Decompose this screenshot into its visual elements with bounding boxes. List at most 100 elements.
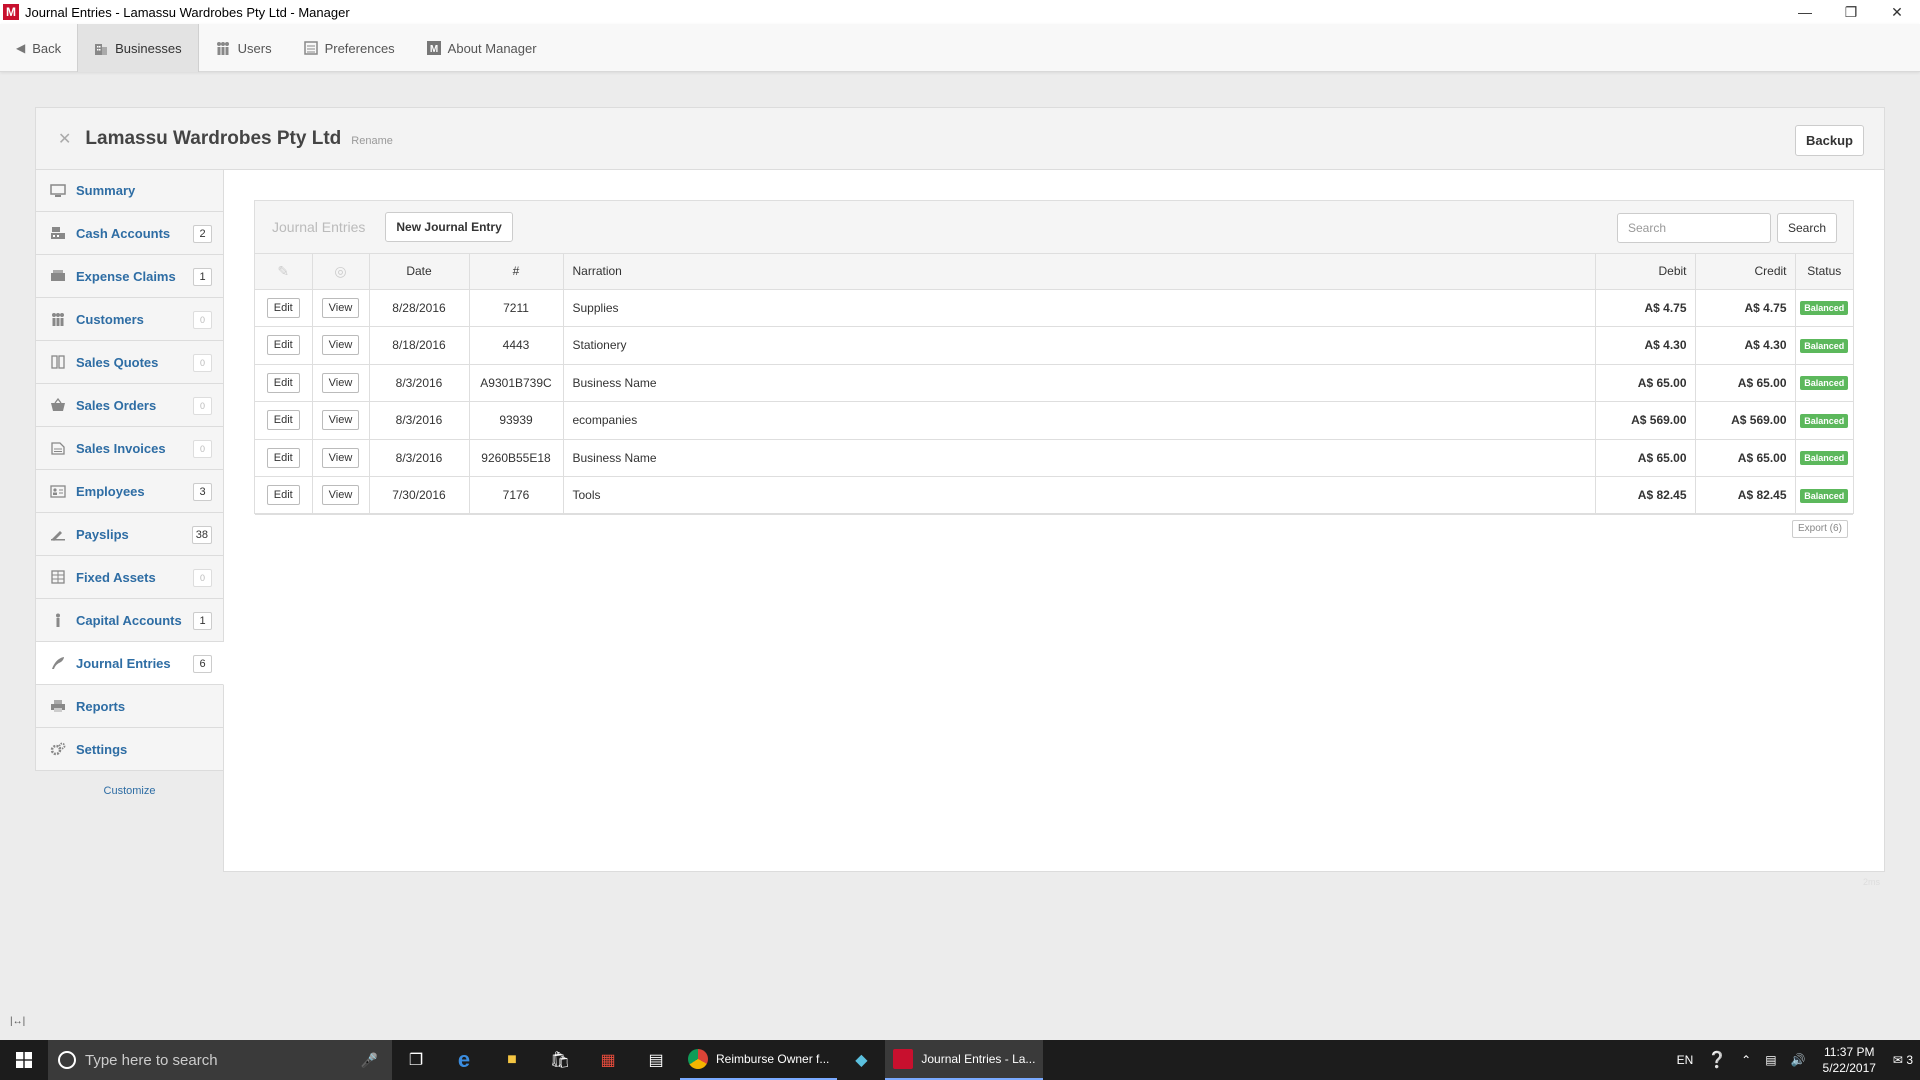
close-business-icon[interactable]: ✕ <box>58 129 71 149</box>
status-column-header[interactable]: Status <box>1795 254 1853 290</box>
edit-button[interactable]: Edit <box>266 372 300 393</box>
view-button[interactable]: View <box>321 410 360 431</box>
edit-button[interactable]: Edit <box>266 335 300 356</box>
system-tray: EN ❔ ⌃ ▤ 🔊 11:37 PM 5/22/2017 ✉ 3 <box>1670 1040 1920 1080</box>
calculator-icon[interactable]: ▤ <box>632 1040 680 1080</box>
rename-link[interactable]: Rename <box>351 135 393 147</box>
date-cell: 8/18/2016 <box>369 326 470 365</box>
sidebar-item-sales-orders[interactable]: Sales Orders 0 <box>35 384 224 427</box>
sidebar-item-label: Expense Claims <box>76 268 176 284</box>
search-input[interactable] <box>1617 213 1771 243</box>
microphone-icon[interactable]: 🎤 <box>361 1052 378 1069</box>
view-button[interactable]: View <box>321 485 360 506</box>
credit-cell: A$ 65.00 <box>1695 364 1796 402</box>
table-row: Edit View 8/28/2016 7211 Supplies A$ 4.7… <box>255 289 1853 327</box>
table-row: Edit View 7/30/2016 7176 Tools A$ 82.45 … <box>255 476 1853 515</box>
date-column-header[interactable]: Date <box>369 254 470 290</box>
edit-button[interactable]: Edit <box>266 297 300 318</box>
sidebar-item-payslips[interactable]: Payslips 38 <box>35 513 224 556</box>
count-badge: 0 <box>193 354 212 372</box>
view-button[interactable]: View <box>321 297 360 318</box>
backup-button[interactable]: Backup <box>1795 125 1864 156</box>
sidebar-item-fixed-assets[interactable]: Fixed Assets 0 <box>35 556 224 599</box>
minimize-button[interactable]: — <box>1782 0 1828 24</box>
view-button[interactable]: View <box>321 447 360 468</box>
store-icon[interactable]: 🛍 <box>536 1040 584 1080</box>
narration-cell: Tools <box>563 476 1596 515</box>
debit-column-header[interactable]: Debit <box>1595 254 1696 290</box>
edit-button[interactable]: Edit <box>266 410 300 431</box>
export-button[interactable]: Export (6) <box>1792 520 1848 538</box>
printer-icon <box>49 699 67 713</box>
businesses-tab[interactable]: Businesses <box>77 24 199 72</box>
notification-icon[interactable]: ✉ 3 <box>1886 1053 1920 1067</box>
date-cell: 8/3/2016 <box>369 401 470 440</box>
sidebar-item-journal-entries[interactable]: Journal Entries 6 <box>35 642 224 685</box>
taskbar-search[interactable]: Type here to search 🎤 <box>48 1040 392 1080</box>
windows-logo-icon <box>16 1052 32 1068</box>
close-window-button[interactable]: ✕ <box>1874 0 1920 24</box>
view-cell: View <box>312 439 370 477</box>
narration-column-header[interactable]: Narration <box>563 254 1596 290</box>
status-cell: Balanced <box>1795 326 1853 365</box>
status-cell: Balanced <box>1795 439 1853 477</box>
restore-button[interactable]: ❐ <box>1828 0 1874 24</box>
payslip-icon <box>49 527 67 541</box>
number-column-header[interactable]: # <box>469 254 564 290</box>
edge-browser-icon[interactable]: e <box>440 1040 488 1080</box>
title-bar: M Journal Entries - Lamassu Wardrobes Pt… <box>0 0 1920 24</box>
sidebar-item-sales-quotes[interactable]: Sales Quotes 0 <box>35 341 224 384</box>
back-button[interactable]: ◀ Back <box>0 24 77 72</box>
date-cell: 8/28/2016 <box>369 289 470 327</box>
edit-cell: Edit <box>255 476 313 515</box>
sidebar-item-cash-accounts[interactable]: Cash Accounts 2 <box>35 212 224 255</box>
sidebar-item-settings[interactable]: Settings <box>35 728 224 771</box>
search-button[interactable]: Search <box>1776 213 1837 243</box>
date-cell: 8/3/2016 <box>369 439 470 477</box>
language-indicator[interactable]: EN <box>1670 1053 1701 1067</box>
number-cell: 93939 <box>469 401 564 440</box>
kodi-icon[interactable]: ◆ <box>837 1040 885 1080</box>
view-button[interactable]: View <box>321 372 360 393</box>
back-label: Back <box>32 40 62 56</box>
business-name: Lamassu Wardrobes Pty Ltd <box>85 127 342 149</box>
sidebar-item-capital-accounts[interactable]: Capital Accounts 1 <box>35 599 224 642</box>
taskbar-app-manager[interactable]: Journal Entries - La... <box>885 1040 1044 1080</box>
building-grid-icon <box>49 570 67 584</box>
chevron-up-icon[interactable]: ⌃ <box>1734 1053 1758 1067</box>
credit-column-header[interactable]: Credit <box>1695 254 1796 290</box>
table-row: Edit View 8/3/2016 93939 ecompanies A$ 5… <box>255 401 1853 440</box>
app-grid-icon[interactable]: ▦ <box>584 1040 632 1080</box>
sidebar-item-summary[interactable]: Summary <box>35 169 224 212</box>
edit-button[interactable]: Edit <box>266 447 300 468</box>
credit-cell: A$ 4.30 <box>1695 326 1796 365</box>
status-badge: Balanced <box>1800 413 1849 428</box>
count-badge: 0 <box>193 569 212 587</box>
sidebar-item-customers[interactable]: Customers 0 <box>35 298 224 341</box>
help-icon[interactable]: ❔ <box>1700 1050 1734 1070</box>
file-explorer-icon[interactable]: ■ <box>488 1040 536 1080</box>
customize-link[interactable]: Customize <box>35 785 224 797</box>
network-icon[interactable]: ▤ <box>1758 1053 1783 1067</box>
users-tab[interactable]: Users <box>199 24 288 72</box>
users-icon <box>215 41 231 55</box>
view-column-header: ◎ <box>312 254 370 290</box>
preferences-tab[interactable]: Preferences <box>288 24 411 72</box>
task-view-icon[interactable]: ❐ <box>392 1040 440 1080</box>
sidebar-item-sales-invoices[interactable]: Sales Invoices 0 <box>35 427 224 470</box>
about-manager-tab[interactable]: M About Manager <box>411 24 553 72</box>
edit-button[interactable]: Edit <box>266 485 300 506</box>
start-button[interactable] <box>0 1040 48 1080</box>
clock[interactable]: 11:37 PM 5/22/2017 <box>1813 1044 1886 1076</box>
sidebar-item-expense-claims[interactable]: Expense Claims 1 <box>35 255 224 298</box>
sidebar-item-employees[interactable]: Employees 3 <box>35 470 224 513</box>
taskbar-app-chrome[interactable]: Reimburse Owner f... <box>680 1040 838 1080</box>
volume-icon[interactable]: 🔊 <box>1784 1053 1813 1067</box>
sidebar-item-reports[interactable]: Reports <box>35 685 224 728</box>
notification-count: 3 <box>1906 1053 1913 1067</box>
resize-handle[interactable]: |↔| <box>10 1016 25 1027</box>
clock-time: 11:37 PM <box>1823 1045 1875 1059</box>
view-button[interactable]: View <box>321 335 360 356</box>
new-journal-entry-button[interactable]: New Journal Entry <box>385 212 513 242</box>
edit-cell: Edit <box>255 364 313 402</box>
